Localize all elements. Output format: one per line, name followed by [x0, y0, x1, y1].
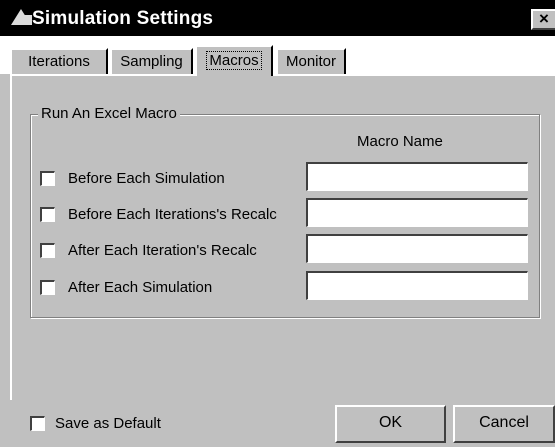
- after-each-iteration-checkbox[interactable]: [40, 243, 55, 258]
- before-each-simulation-macro-field[interactable]: [306, 162, 528, 191]
- tab-iterations-label: Iterations: [28, 53, 90, 70]
- tab-macros-label: Macros: [206, 51, 262, 70]
- after-each-simulation-label: After Each Simulation: [68, 279, 213, 296]
- mountain-icon: [11, 9, 32, 25]
- tab-sampling-label: Sampling: [120, 53, 183, 70]
- before-each-iteration-checkbox[interactable]: [40, 207, 55, 222]
- tab-monitor[interactable]: Monitor: [276, 48, 346, 74]
- macro-name-column-header: Macro Name: [357, 133, 443, 150]
- title-bar: Simulation Settings ×: [0, 0, 555, 36]
- after-each-simulation-checkbox[interactable]: [40, 280, 55, 295]
- before-each-simulation-checkbox[interactable]: [40, 171, 55, 186]
- before-each-simulation-label: Before Each Simulation: [68, 170, 225, 187]
- simulation-settings-dialog: Simulation Settings × Iterations Samplin…: [0, 0, 555, 447]
- before-each-iteration-label: Before Each Iterations's Recalc: [68, 206, 277, 223]
- tab-monitor-label: Monitor: [285, 53, 337, 70]
- after-each-iteration-macro-field[interactable]: [306, 234, 528, 263]
- tab-iterations[interactable]: Iterations: [10, 48, 108, 74]
- close-button[interactable]: ×: [531, 9, 555, 30]
- before-each-iteration-macro-field[interactable]: [306, 198, 528, 227]
- window-title: Simulation Settings: [32, 8, 214, 29]
- tab-sampling[interactable]: Sampling: [110, 48, 193, 74]
- cancel-button[interactable]: Cancel: [453, 405, 555, 443]
- save-as-default-checkbox[interactable]: [30, 416, 45, 431]
- group-title: Run An Excel Macro: [38, 105, 180, 122]
- save-as-default-label: Save as Default: [55, 415, 161, 432]
- after-each-simulation-macro-field[interactable]: [306, 271, 528, 300]
- tab-macros[interactable]: Macros: [195, 45, 273, 76]
- after-each-iteration-label: After Each Iteration's Recalc: [68, 242, 257, 259]
- ok-button[interactable]: OK: [335, 405, 446, 443]
